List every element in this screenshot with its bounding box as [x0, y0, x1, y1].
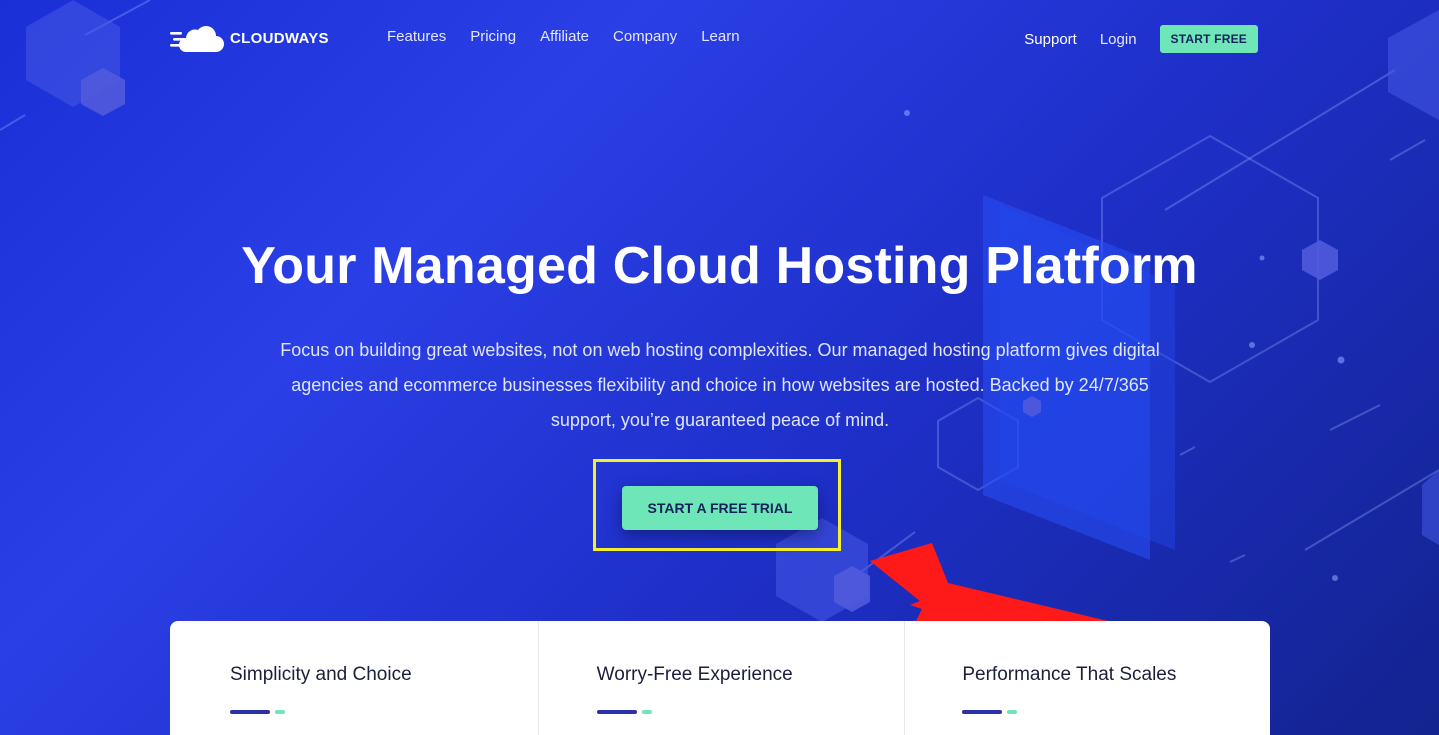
accent-bar-green: [641, 710, 652, 714]
login-link[interactable]: Login: [1100, 31, 1137, 48]
nav-item-learn[interactable]: Learn: [701, 28, 739, 45]
accent-bar-blue: [596, 710, 637, 714]
feature-accent-bars: [962, 710, 1270, 714]
feature-title: Performance That Scales: [962, 664, 1177, 685]
feature-simplicity: Simplicity and Choice: [170, 621, 538, 735]
accent-bar-green: [275, 710, 285, 714]
accent-bar-blue: [962, 710, 1003, 714]
features-panel: Simplicity and Choice Worry-Free Experie…: [170, 621, 1270, 735]
feature-accent-bars: [230, 710, 538, 714]
main-nav: Features Pricing Affiliate Company Learn: [387, 28, 740, 45]
support-link[interactable]: Support: [1024, 31, 1077, 48]
feature-title: Simplicity and Choice: [230, 664, 412, 685]
start-free-button[interactable]: START FREE: [1159, 25, 1258, 53]
nav-item-features[interactable]: Features: [387, 28, 446, 45]
site-header: CLOUDWAYS Features Pricing Affiliate Com…: [0, 0, 1439, 76]
brand-name: CLOUDWAYS: [230, 29, 329, 47]
cloud-logo-icon: [170, 26, 224, 52]
nav-item-pricing[interactable]: Pricing: [470, 28, 516, 45]
accent-bar-blue: [230, 710, 270, 714]
nav-item-company[interactable]: Company: [613, 28, 677, 45]
feature-title: Worry-Free Experience: [596, 664, 793, 685]
landing-page: CLOUDWAYS Features Pricing Affiliate Com…: [0, 0, 1439, 735]
nav-item-affiliate[interactable]: Affiliate: [540, 28, 589, 45]
hero-title: Your Managed Cloud Hosting Platform: [241, 237, 1198, 295]
feature-performance: Performance That Scales: [904, 621, 1270, 735]
feature-accent-bars: [596, 710, 905, 714]
feature-worry-free: Worry-Free Experience: [537, 621, 905, 735]
header-actions: Support Login START FREE: [1024, 25, 1258, 53]
start-free-trial-button[interactable]: START A FREE TRIAL: [622, 486, 818, 530]
brand-logo[interactable]: CLOUDWAYS: [170, 22, 329, 54]
hero-subtitle: Focus on building great websites, not on…: [280, 340, 1160, 430]
accent-bar-green: [1007, 710, 1018, 714]
